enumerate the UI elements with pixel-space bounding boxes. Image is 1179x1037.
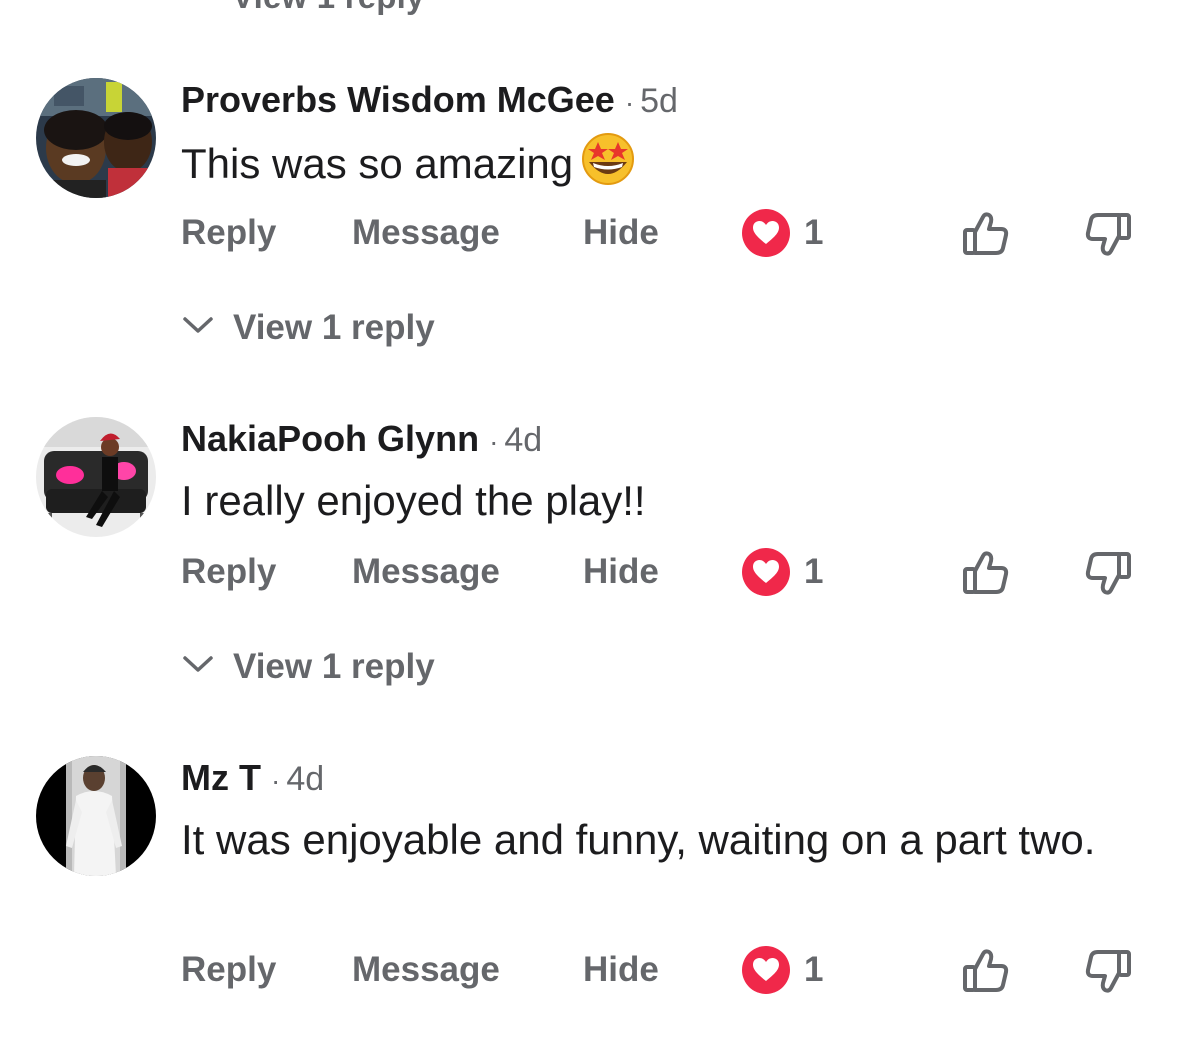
hide-button[interactable]: Hide	[583, 544, 659, 600]
view-replies-label: View 1 reply	[233, 647, 435, 686]
comment-actions: Reply Message Hide 1	[181, 205, 1141, 261]
reply-button[interactable]: Reply	[181, 544, 276, 600]
message-button[interactable]: Message	[352, 544, 500, 600]
hide-button[interactable]: Hide	[583, 205, 659, 261]
thumbs-down-icon[interactable]	[1083, 209, 1133, 259]
avatar-photo	[36, 756, 156, 876]
thumbs-up-icon[interactable]	[961, 548, 1011, 598]
comment-time: 4d	[286, 760, 325, 798]
chevron-down-icon	[183, 656, 213, 672]
avatar-photo	[36, 417, 156, 537]
comment-meta: Proverbs Wisdom McGee · 5d	[181, 78, 678, 125]
thumbs-up-icon[interactable]	[961, 209, 1011, 259]
comment-meta: NakiaPooh Glynn · 4d	[181, 417, 542, 464]
star-struck-emoji-icon	[581, 132, 635, 202]
comment-meta: Mz T · 4d	[181, 756, 324, 803]
avatar-photo	[36, 78, 156, 198]
comment-actions: Reply Message Hide 1	[181, 942, 1141, 998]
reaction-count: 1	[804, 213, 824, 252]
avatar[interactable]	[36, 417, 156, 537]
author-name[interactable]: Proverbs Wisdom McGee	[181, 79, 615, 120]
comment-time: 5d	[640, 82, 678, 120]
comment-actions: Reply Message Hide 1	[181, 544, 1141, 600]
author-name[interactable]: Mz T	[181, 757, 261, 798]
heart-reaction-icon	[742, 209, 790, 257]
view-replies-label: View 1 reply	[233, 308, 435, 347]
comment-text-block: I really enjoyed the play!!	[181, 471, 1121, 531]
reply-button[interactable]: Reply	[181, 942, 276, 998]
avatar[interactable]	[36, 78, 156, 198]
hide-button[interactable]: Hide	[583, 942, 659, 998]
message-button[interactable]: Message	[352, 205, 500, 261]
reaction-count: 1	[804, 552, 824, 591]
avatar[interactable]	[36, 756, 156, 876]
meta-separator: ·	[624, 87, 635, 118]
comment-time: 4d	[504, 421, 543, 459]
author-name[interactable]: NakiaPooh Glynn	[181, 418, 479, 459]
view-replies-link[interactable]: View 1 reply	[181, 643, 435, 691]
thumbs-down-icon[interactable]	[1083, 548, 1133, 598]
comments-screen: View 1 reply Proverbs Wisdom McGee·5d Th…	[0, 0, 1179, 1037]
comment-text: It was enjoyable and funny, waiting on a…	[181, 816, 1096, 863]
meta-separator: ·	[489, 426, 499, 457]
comment-text-block: This was so amazing	[181, 132, 1121, 202]
heart-reaction-icon	[742, 548, 790, 596]
chevron-down-icon	[183, 317, 213, 333]
comment-text: This was so amazing	[181, 140, 574, 187]
thumbs-down-icon[interactable]	[1083, 946, 1133, 996]
thumbs-up-icon[interactable]	[961, 946, 1011, 996]
comment-text-block: It was enjoyable and funny, waiting on a…	[181, 810, 1121, 870]
view-replies-link-partial[interactable]: View 1 reply	[232, 0, 425, 16]
heart-reaction-icon	[742, 946, 790, 994]
view-replies-link[interactable]: View 1 reply	[181, 304, 435, 352]
reply-button[interactable]: Reply	[181, 205, 276, 261]
meta-separator: ·	[270, 765, 281, 796]
message-button[interactable]: Message	[352, 942, 500, 998]
reaction-count: 1	[804, 950, 824, 989]
comment-text: I really enjoyed the play!!	[181, 477, 646, 524]
